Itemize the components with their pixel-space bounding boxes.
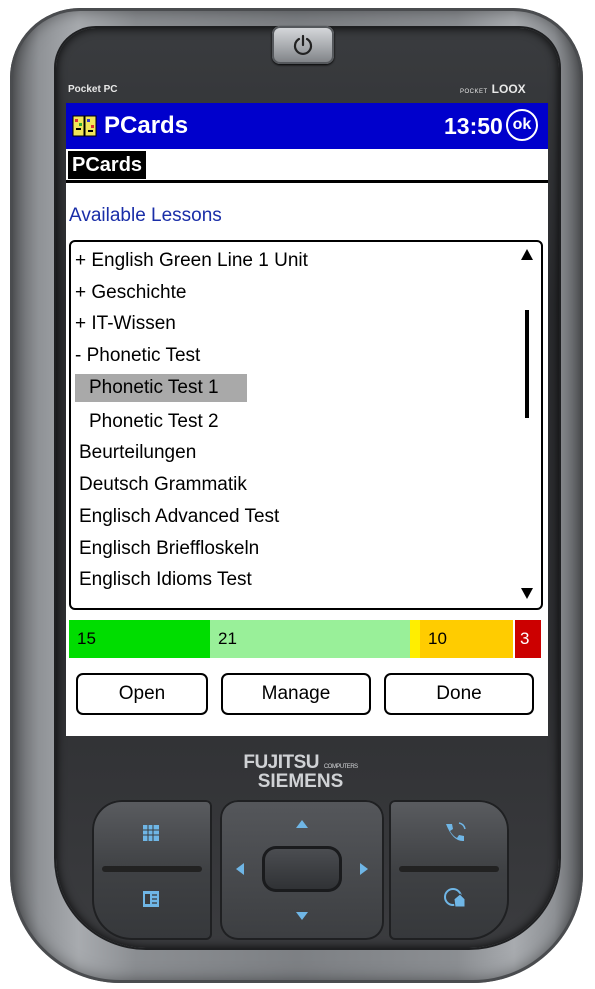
down-arrow-icon[interactable] — [296, 912, 308, 920]
stat-segment-light-green: 21 — [210, 620, 410, 658]
left-hardware-buttons — [92, 800, 212, 940]
lessons-list[interactable]: + English Green Line 1 Unit + Geschichte… — [69, 240, 543, 610]
stat-segment-orange: 10 — [420, 620, 513, 658]
pocket-pc-logo: Pocket PC — [68, 84, 118, 95]
stat-segment-yellow — [410, 620, 420, 658]
scrollbar[interactable] — [519, 248, 535, 600]
list-item[interactable]: + IT-Wissen — [75, 310, 176, 338]
calendar-icon[interactable] — [142, 824, 160, 842]
loox-label: LOOX — [491, 82, 526, 96]
fujitsu-siemens-logo: FUJITSU COMPUTERS SIEMENS — [228, 752, 373, 793]
stat-segment-green: 15 — [69, 620, 210, 658]
pocket-label: POCKET — [460, 89, 488, 95]
list-item[interactable]: Deutsch Grammatik — [79, 471, 247, 499]
list-item[interactable]: Englisch Brieffloskeln — [79, 535, 259, 563]
home-icon[interactable] — [443, 886, 467, 910]
action-button[interactable] — [262, 846, 342, 892]
clock[interactable]: 13:50 — [444, 113, 503, 140]
maker-subtitle: COMPUTERS — [323, 764, 358, 770]
open-button[interactable]: Open — [76, 673, 208, 715]
list-item[interactable]: Englisch Advanced Test — [79, 503, 279, 531]
tab-bar: PCards — [66, 149, 548, 183]
list-item[interactable]: + English Green Line 1 Unit — [75, 247, 308, 275]
ok-button[interactable]: ok — [506, 109, 538, 141]
list-item[interactable]: + Geschichte — [75, 279, 186, 307]
section-title: Available Lessons — [69, 205, 222, 226]
stat-segment-red: 3 — [515, 620, 541, 658]
scroll-up-arrow-icon[interactable] — [519, 248, 535, 266]
stats-bar: 15 21 10 3 — [69, 620, 545, 658]
up-arrow-icon[interactable] — [296, 820, 308, 828]
pcards-app-icon[interactable] — [72, 113, 98, 139]
right-hardware-buttons — [389, 800, 509, 940]
pocket-loox-logo: POCKET LOOX — [460, 82, 526, 96]
list-item[interactable]: Beurteilungen — [79, 439, 196, 467]
power-button[interactable] — [272, 26, 334, 64]
contacts-icon[interactable] — [142, 890, 160, 908]
app-title: PCards — [104, 112, 189, 139]
scroll-down-arrow-icon[interactable] — [519, 582, 535, 600]
hardware-divider — [399, 866, 499, 872]
navigation-pad[interactable] — [220, 800, 384, 940]
left-arrow-icon[interactable] — [236, 863, 244, 875]
maker-name-2: SIEMENS — [257, 771, 344, 792]
right-arrow-icon[interactable] — [360, 863, 368, 875]
tab-pcards[interactable]: PCards — [68, 151, 147, 179]
list-item[interactable]: Phonetic Test 2 — [89, 408, 219, 436]
hardware-divider — [102, 866, 202, 872]
scroll-thumb[interactable] — [525, 310, 529, 418]
list-item-selected[interactable]: Phonetic Test 1 — [75, 374, 247, 402]
done-button[interactable]: Done — [384, 673, 534, 715]
maker-name: FUJITSU — [243, 752, 320, 773]
phone-icon[interactable] — [443, 820, 467, 844]
power-icon — [293, 34, 313, 56]
list-item[interactable]: Englisch Idioms Test — [79, 566, 252, 594]
title-bar: PCards 13:50 ok — [66, 103, 548, 149]
list-item[interactable]: - Phonetic Test — [75, 342, 200, 370]
screen: PCards 13:50 ok PCards Available Lessons… — [66, 103, 548, 736]
manage-button[interactable]: Manage — [221, 673, 371, 715]
